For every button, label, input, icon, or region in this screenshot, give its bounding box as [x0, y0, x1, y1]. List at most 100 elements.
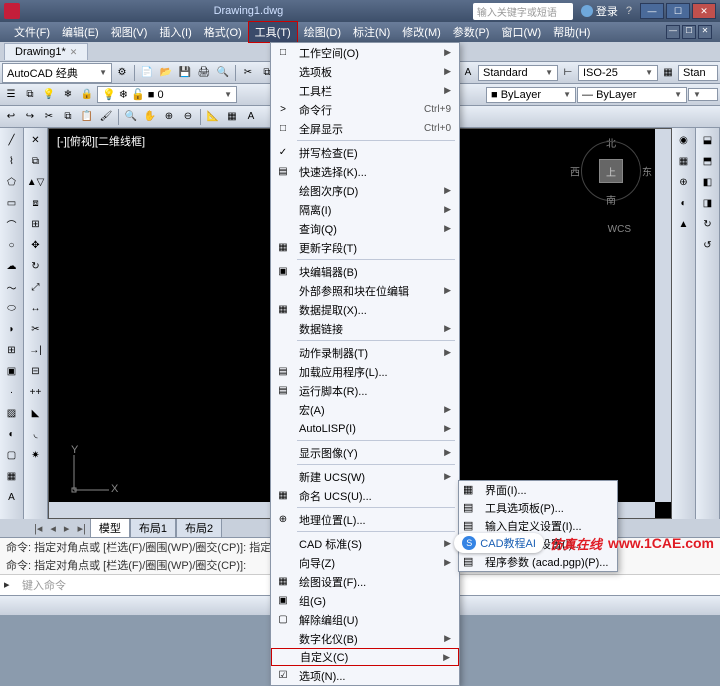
login-button[interactable]: 登录	[581, 3, 618, 19]
menu-item[interactable]: □工作空间(O)▶	[271, 43, 459, 62]
tb-icon[interactable]: ✂	[40, 108, 58, 126]
hatch-icon[interactable]: ▨	[2, 403, 22, 423]
new-icon[interactable]: 📄	[138, 64, 156, 82]
tab-close-icon[interactable]: ✕	[70, 47, 78, 58]
menu-item[interactable]: ▦命名 UCS(U)...	[271, 486, 459, 505]
tb-icon[interactable]: ◨	[698, 193, 718, 213]
layer-properties-icon[interactable]: ☰	[2, 86, 20, 104]
make-block-icon[interactable]: ▣	[2, 361, 22, 381]
menu-file[interactable]: 文件(F)	[8, 22, 56, 42]
menu-help[interactable]: 帮助(H)	[547, 22, 596, 42]
menu-parametric[interactable]: 参数(P)	[447, 22, 496, 42]
join-icon[interactable]: ++	[26, 382, 46, 402]
dim-style-combo[interactable]: ISO-25▼	[578, 65, 658, 81]
menu-item[interactable]: 数据链接▶	[271, 319, 459, 338]
copy-obj-icon[interactable]: ⧉	[26, 151, 46, 171]
tb-icon[interactable]: ✋	[141, 108, 159, 126]
menu-item[interactable]: ▣组(G)	[271, 591, 459, 610]
arc-icon[interactable]: ⌒	[2, 214, 22, 234]
menu-format[interactable]: 格式(O)	[198, 22, 248, 42]
insert-block-icon[interactable]: ⊞	[2, 340, 22, 360]
tb-icon[interactable]: ⊕	[674, 172, 694, 192]
layer-states-icon[interactable]: ⧉	[21, 86, 39, 104]
linetype-combo[interactable]: — ByLayer▼	[577, 87, 687, 103]
cut-icon[interactable]: ✂	[239, 64, 257, 82]
ellipse-arc-icon[interactable]: ◗	[2, 319, 22, 339]
lineweight-combo[interactable]: ▼	[688, 88, 718, 101]
line-icon[interactable]: ╱	[2, 130, 22, 150]
layout-tab-2[interactable]: 布局2	[176, 518, 222, 538]
dim-style-icon[interactable]: ⊢	[559, 64, 577, 82]
tb-icon[interactable]: ◉	[674, 130, 694, 150]
tb-icon[interactable]: ↪	[21, 108, 39, 126]
rotate-icon[interactable]: ↻	[26, 256, 46, 276]
menu-item[interactable]: ⊕地理位置(L)...	[271, 510, 459, 529]
menu-item[interactable]: ▣块编辑器(B)	[271, 262, 459, 281]
tb-icon[interactable]: ⧉	[59, 108, 77, 126]
text-style-icon[interactable]: A	[459, 64, 477, 82]
menu-edit[interactable]: 编辑(E)	[56, 22, 105, 42]
tb-icon[interactable]: A	[242, 108, 260, 126]
menu-tools[interactable]: 工具(T)	[248, 21, 298, 43]
menu-item[interactable]: 外部参照和块在位编辑▶	[271, 281, 459, 300]
menu-item[interactable]: 新建 UCS(W)▶	[271, 467, 459, 486]
view-cube[interactable]: 北 西 上 东 南	[581, 137, 641, 205]
doc-close-button[interactable]: ✕	[698, 25, 712, 39]
tb-icon[interactable]: ⬒	[698, 151, 718, 171]
point-icon[interactable]: ·	[2, 382, 22, 402]
table-style-icon[interactable]: ▦	[659, 64, 677, 82]
menu-item[interactable]: CAD 标准(S)▶	[271, 534, 459, 553]
menu-item[interactable]: 向导(Z)▶	[271, 553, 459, 572]
array-icon[interactable]: ⊞	[26, 214, 46, 234]
tb-icon[interactable]: ↻	[698, 214, 718, 234]
menu-window[interactable]: 窗口(W)	[495, 22, 547, 42]
stretch-icon[interactable]: ↔	[26, 298, 46, 318]
submenu-item[interactable]: ▦界面(I)...	[459, 481, 617, 499]
doc-restore-button[interactable]: ☐	[682, 25, 696, 39]
tb-icon[interactable]: ⊕	[160, 108, 178, 126]
tb-icon[interactable]: 📋	[78, 108, 96, 126]
rectangle-icon[interactable]: ▭	[2, 193, 22, 213]
table-style-combo[interactable]: Stan	[678, 65, 718, 81]
text-style-combo[interactable]: Standard▼	[478, 65, 558, 81]
menu-item[interactable]: ▦绘图设置(F)...	[271, 572, 459, 591]
menu-item[interactable]: 数字化仪(B)▶	[271, 629, 459, 648]
menu-item[interactable]: ▤快速选择(K)...	[271, 162, 459, 181]
tb-icon[interactable]: ▦	[223, 108, 241, 126]
menu-dimension[interactable]: 标注(N)	[347, 22, 396, 42]
menu-item[interactable]: ▦数据提取(X)...	[271, 300, 459, 319]
help-search-input[interactable]: 输入关键字或短语	[473, 3, 573, 20]
layer-combo[interactable]: 💡 ❄ 🔓 ■ 0▼	[97, 86, 237, 103]
fillet-icon[interactable]: ◟	[26, 424, 46, 444]
chamfer-icon[interactable]: ◣	[26, 403, 46, 423]
color-combo[interactable]: ■ ByLayer▼	[486, 87, 576, 103]
menu-draw[interactable]: 绘图(D)	[298, 22, 347, 42]
menu-item[interactable]: 显示图像(Y)▶	[271, 443, 459, 462]
menu-item[interactable]: 绘图次序(D)▶	[271, 181, 459, 200]
document-tab[interactable]: Drawing1* ✕	[4, 43, 88, 60]
tb-icon[interactable]: 🔍	[122, 108, 140, 126]
scale-icon[interactable]: ⤢	[26, 277, 46, 297]
menu-item[interactable]: ▤加载应用程序(L)...	[271, 362, 459, 381]
layout-nav-last[interactable]: ▸|	[73, 522, 89, 535]
trim-icon[interactable]: ✂	[26, 319, 46, 339]
layout-nav-next[interactable]: ▸	[60, 522, 74, 535]
menu-item[interactable]: ☑选项(N)...	[271, 666, 459, 685]
layer-freeze-icon[interactable]: ❄	[59, 86, 77, 104]
scrollbar-vertical[interactable]	[655, 129, 671, 502]
plot-icon[interactable]: 🖨	[195, 64, 213, 82]
tb-icon[interactable]: ▦	[674, 151, 694, 171]
viewport-label[interactable]: [-][俯视][二维线框]	[57, 133, 145, 149]
menu-item[interactable]: ✓拼写检查(E)	[271, 143, 459, 162]
close-button[interactable]: ✕	[692, 3, 716, 19]
mtext-icon[interactable]: A	[2, 487, 22, 507]
menu-item[interactable]: 选项板▶	[271, 62, 459, 81]
menu-item[interactable]: >命令行Ctrl+9	[271, 100, 459, 119]
tb-icon[interactable]: ◐	[674, 193, 694, 213]
workspace-combo[interactable]: AutoCAD 经典▼	[2, 63, 112, 83]
gradient-icon[interactable]: ◐	[2, 424, 22, 444]
menu-item[interactable]: 工具栏▶	[271, 81, 459, 100]
menu-item[interactable]: 隔离(I)▶	[271, 200, 459, 219]
menu-item[interactable]: ▤运行脚本(R)...	[271, 381, 459, 400]
tb-icon[interactable]: ▲	[674, 214, 694, 234]
